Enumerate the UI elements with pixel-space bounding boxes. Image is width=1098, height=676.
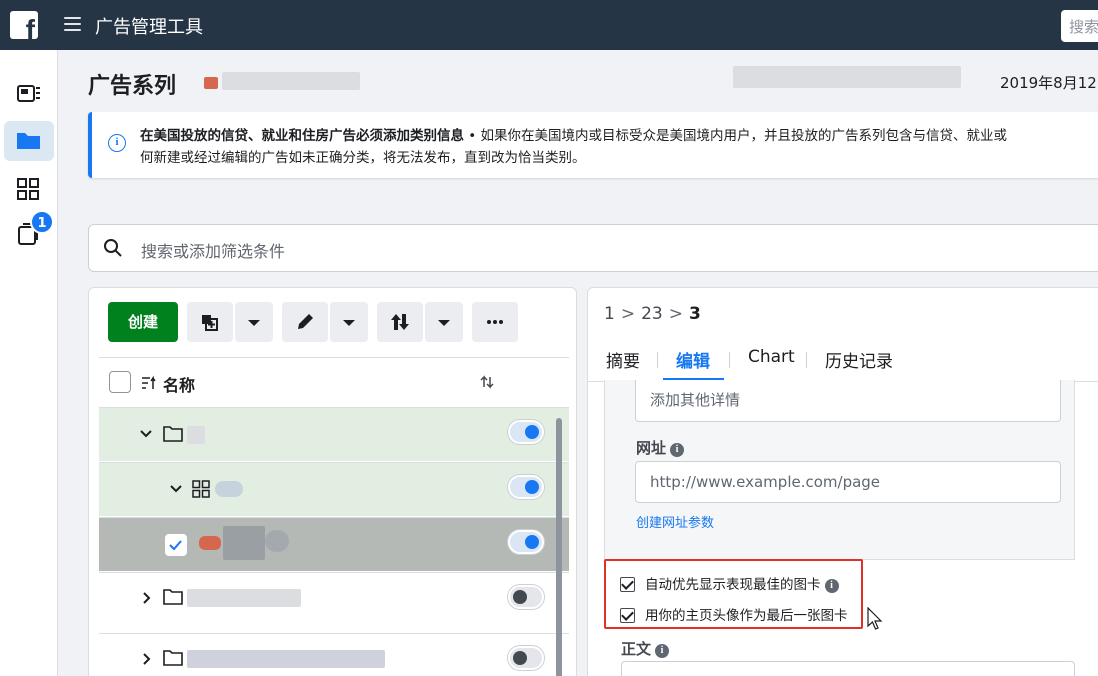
mouse-cursor-icon bbox=[867, 607, 883, 630]
chevron-right-icon[interactable] bbox=[141, 652, 153, 666]
app-title: 广告管理工具 bbox=[95, 17, 203, 38]
chevron-right-icon[interactable] bbox=[141, 591, 153, 605]
option-profile-end-card[interactable]: 用你的主页头像作为最后一张图卡 bbox=[620, 604, 848, 624]
tab-chart[interactable]: Chart bbox=[748, 347, 795, 367]
info-icon[interactable]: i bbox=[655, 644, 670, 658]
profile-end-card-checkbox[interactable] bbox=[620, 608, 635, 623]
notice-text: 在美国投放的信贷、就业和住房广告必须添加类别信息 • 如果你在美国境内或目标受众… bbox=[140, 128, 1008, 144]
notification-badge: 1 bbox=[30, 210, 54, 234]
category-notice-banner: i 在美国投放的信贷、就业和住房广告必须添加类别信息 • 如果你在美国境内或目标… bbox=[88, 112, 1098, 178]
tab-edit[interactable]: 编辑 bbox=[676, 347, 710, 372]
left-rail: 1 bbox=[0, 50, 58, 676]
menu-icon[interactable] bbox=[64, 17, 81, 31]
table-row[interactable] bbox=[99, 407, 569, 461]
date-range[interactable]: 2019年8月12 bbox=[1000, 72, 1097, 93]
page-title: 广告系列 bbox=[88, 74, 177, 99]
ad-toggle[interactable] bbox=[508, 530, 544, 554]
top-search-input[interactable]: 搜索 bbox=[1061, 10, 1098, 42]
check-icon bbox=[169, 540, 182, 551]
chevron-down-icon[interactable] bbox=[169, 483, 183, 495]
details-input[interactable]: 添加其他详情 bbox=[635, 380, 1061, 422]
highlight-box: 自动优先显示表现最佳的图卡 i 用你的主页头像作为最后一张图卡 bbox=[604, 559, 863, 629]
ab-test-button[interactable] bbox=[377, 302, 423, 342]
tab-summary[interactable]: 摘要 bbox=[606, 347, 640, 372]
ab-test-dropdown-button[interactable] bbox=[425, 302, 463, 342]
chevron-down-icon[interactable] bbox=[139, 428, 153, 440]
rail-campaigns-button[interactable] bbox=[4, 121, 54, 161]
blurred-campaign-name bbox=[187, 650, 385, 668]
url-input[interactable]: http://www.example.com/page bbox=[635, 461, 1061, 503]
blurred-campaign-name bbox=[187, 589, 301, 607]
table-row[interactable] bbox=[99, 517, 569, 571]
duplicate-button[interactable] bbox=[187, 302, 233, 342]
ad-set-toggle[interactable] bbox=[508, 475, 544, 499]
list-scrollbar[interactable] bbox=[556, 418, 562, 676]
optimize-cards-checkbox[interactable] bbox=[620, 577, 635, 592]
blurred-ad-thumbnail bbox=[199, 536, 221, 550]
row-checkbox[interactable] bbox=[165, 534, 187, 556]
notice-text-line2: 何新建或经过编辑的广告如未正确分类，将无法发布，直到改为恰当类别。 bbox=[140, 150, 586, 166]
more-button[interactable] bbox=[472, 302, 518, 342]
panel-tabs: 摘要 编辑 Chart 历史记录 bbox=[588, 344, 1098, 382]
campaign-folder-icon bbox=[163, 589, 183, 605]
split-arrows-icon bbox=[391, 314, 409, 330]
sort-icon[interactable] bbox=[139, 374, 157, 392]
body-text-input[interactable] bbox=[621, 661, 1075, 676]
top-bar: f 广告管理工具 搜索 bbox=[0, 0, 1098, 50]
facebook-logo-icon[interactable]: f bbox=[10, 11, 38, 39]
sort-arrows-icon[interactable] bbox=[480, 375, 494, 389]
card-editor: 添加其他详情 网址 i http://www.example.com/page 创… bbox=[604, 380, 1075, 560]
create-url-params-link[interactable]: 创建网址参数 bbox=[636, 512, 714, 531]
info-icon[interactable]: i bbox=[824, 579, 839, 593]
edit-dropdown-button[interactable] bbox=[330, 302, 368, 342]
campaign-toggle[interactable] bbox=[508, 646, 544, 670]
duplicate-icon bbox=[202, 315, 218, 331]
rail-all-tools-button[interactable] bbox=[4, 168, 54, 208]
select-all-checkbox[interactable] bbox=[109, 371, 131, 393]
tab-history[interactable]: 历史记录 bbox=[825, 347, 893, 372]
blurred-ad-name bbox=[265, 530, 289, 552]
blurred-account-info bbox=[733, 66, 961, 88]
body-text-label: 正文 i bbox=[621, 638, 670, 659]
campaign-folder-icon bbox=[163, 426, 183, 442]
caret-down-icon bbox=[438, 320, 450, 326]
blurred-ad-set-name bbox=[215, 481, 243, 497]
caret-down-icon bbox=[248, 320, 260, 326]
blurred-account-name bbox=[222, 72, 360, 90]
more-dots-icon bbox=[487, 320, 503, 324]
folder-icon bbox=[17, 133, 40, 149]
ad-set-grid-icon bbox=[192, 480, 210, 498]
campaign-toggle[interactable] bbox=[508, 585, 544, 609]
table-row[interactable] bbox=[99, 462, 569, 516]
table-row[interactable] bbox=[99, 633, 569, 676]
info-icon[interactable]: i bbox=[670, 443, 685, 457]
table-header: 名称 bbox=[99, 357, 569, 405]
table-row[interactable] bbox=[99, 572, 569, 624]
create-button[interactable]: 创建 bbox=[108, 302, 178, 342]
blurred-ad-name bbox=[223, 526, 265, 560]
blurred-account-name bbox=[204, 77, 218, 89]
grid-icon bbox=[17, 178, 39, 200]
column-name-header[interactable]: 名称 bbox=[163, 372, 195, 396]
overview-icon bbox=[17, 85, 40, 102]
campaign-list-panel: 创建 名称 bbox=[88, 287, 577, 676]
campaign-folder-icon bbox=[163, 650, 183, 666]
filter-placeholder: 搜索或添加筛选条件 bbox=[141, 242, 286, 261]
caret-down-icon bbox=[343, 320, 355, 326]
edit-panel: 1 >23 >3 摘要 编辑 Chart 历史记录 添加其他详情 网址 i http:… bbox=[587, 287, 1098, 676]
blurred-campaign-name bbox=[187, 426, 205, 444]
duplicate-dropdown-button[interactable] bbox=[235, 302, 273, 342]
filter-search-input[interactable]: 搜索或添加筛选条件 bbox=[88, 224, 1098, 272]
breadcrumb: 1 >23 >3 bbox=[604, 304, 701, 324]
pencil-icon bbox=[298, 314, 313, 329]
option-optimize-cards[interactable]: 自动优先显示表现最佳的图卡 i bbox=[620, 573, 839, 593]
info-icon: i bbox=[108, 134, 126, 152]
rail-overview-button[interactable] bbox=[4, 74, 54, 114]
edit-button[interactable] bbox=[282, 302, 328, 342]
campaign-toggle[interactable] bbox=[508, 420, 544, 444]
search-icon bbox=[104, 239, 122, 257]
url-label: 网址 i bbox=[636, 437, 685, 458]
